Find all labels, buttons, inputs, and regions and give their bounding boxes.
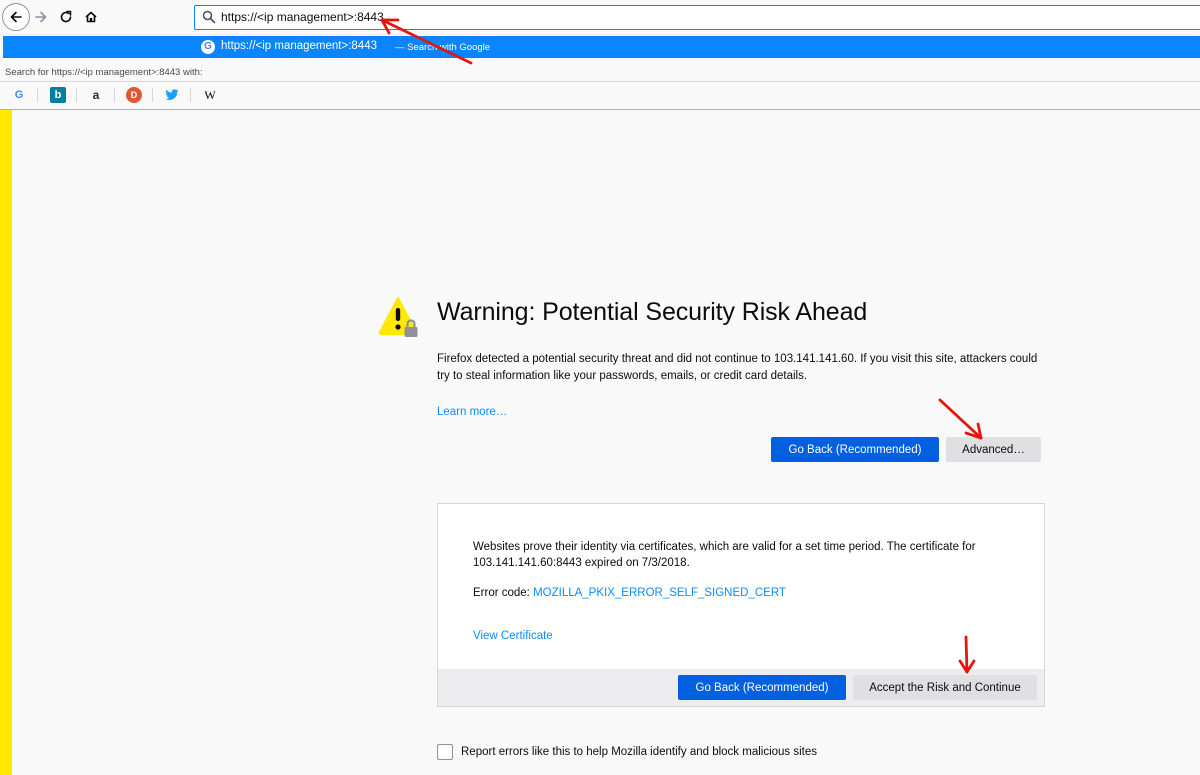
report-errors-option[interactable]: Report errors like this to help Mozilla … xyxy=(437,744,817,760)
panel-go-back-button[interactable]: Go Back (Recommended) xyxy=(678,675,846,700)
suggestion-action: — Search with Google xyxy=(395,42,491,53)
page-title: Warning: Potential Security Risk Ahead xyxy=(437,298,868,326)
wikipedia-engine-button[interactable]: W xyxy=(202,87,218,103)
duckduckgo-icon: D xyxy=(130,90,138,100)
google-engine-button[interactable]: G xyxy=(11,87,27,103)
error-page: Warning: Potential Security Risk Ahead F… xyxy=(0,110,1200,775)
google-icon: G xyxy=(14,89,24,101)
back-button[interactable] xyxy=(2,3,30,31)
twitter-icon xyxy=(165,89,179,100)
bing-engine-button[interactable]: b xyxy=(50,87,66,103)
error-code-label: Error code: xyxy=(473,587,534,599)
home-button[interactable] xyxy=(77,3,105,31)
address-bar[interactable]: https://<ip management>:8443 xyxy=(194,5,1200,30)
back-arrow-icon xyxy=(10,11,22,23)
url-dropdown: G https://<ip management>:8443 — Search … xyxy=(0,35,1200,110)
forward-button[interactable] xyxy=(27,3,55,31)
search-suggestion[interactable]: G https://<ip management>:8443 — Search … xyxy=(3,36,1200,58)
navigation-toolbar: https://<ip management>:8443 xyxy=(0,0,1200,35)
suggestion-url: https://<ip management>:8443 xyxy=(221,40,377,52)
address-bar-text: https://<ip management>:8443 xyxy=(221,10,384,24)
accept-risk-button[interactable]: Accept the Risk and Continue xyxy=(853,675,1037,700)
google-icon: G xyxy=(201,40,215,54)
bing-icon: b xyxy=(54,89,62,101)
search-icon xyxy=(202,10,216,24)
twitter-engine-button[interactable] xyxy=(164,87,180,103)
advanced-button[interactable]: Advanced… xyxy=(946,437,1041,462)
learn-more-link[interactable]: Learn more… xyxy=(437,406,507,418)
error-code-line: Error code: MOZILLA_PKIX_ERROR_SELF_SIGN… xyxy=(473,587,786,599)
search-engine-bar: G b a D W xyxy=(0,81,1200,108)
search-for-label: Search for https://<ip management>:8443 … xyxy=(5,67,203,78)
warning-stripe xyxy=(0,110,12,775)
warning-description: Firefox detected a potential security th… xyxy=(437,353,1038,382)
view-certificate-link[interactable]: View Certificate xyxy=(473,630,553,642)
go-back-button[interactable]: Go Back (Recommended) xyxy=(771,437,939,462)
amazon-icon: a xyxy=(92,88,100,102)
certificate-explanation: Websites prove their identity via certif… xyxy=(473,541,976,569)
report-errors-label: Report errors like this to help Mozilla … xyxy=(461,746,818,758)
home-icon xyxy=(85,11,97,23)
advanced-panel: Websites prove their identity via certif… xyxy=(437,503,1045,707)
advanced-panel-footer: Go Back (Recommended) Accept the Risk an… xyxy=(438,669,1044,706)
amazon-engine-button[interactable]: a xyxy=(88,87,104,103)
warning-lock-icon xyxy=(378,297,418,337)
reload-icon xyxy=(60,10,72,23)
wikipedia-icon: W xyxy=(204,87,216,102)
forward-arrow-icon xyxy=(35,11,47,23)
error-code-link[interactable]: MOZILLA_PKIX_ERROR_SELF_SIGNED_CERT xyxy=(533,587,786,599)
reload-button[interactable] xyxy=(52,3,80,31)
duckduckgo-engine-button[interactable]: D xyxy=(126,87,142,103)
report-errors-checkbox[interactable] xyxy=(437,744,453,760)
